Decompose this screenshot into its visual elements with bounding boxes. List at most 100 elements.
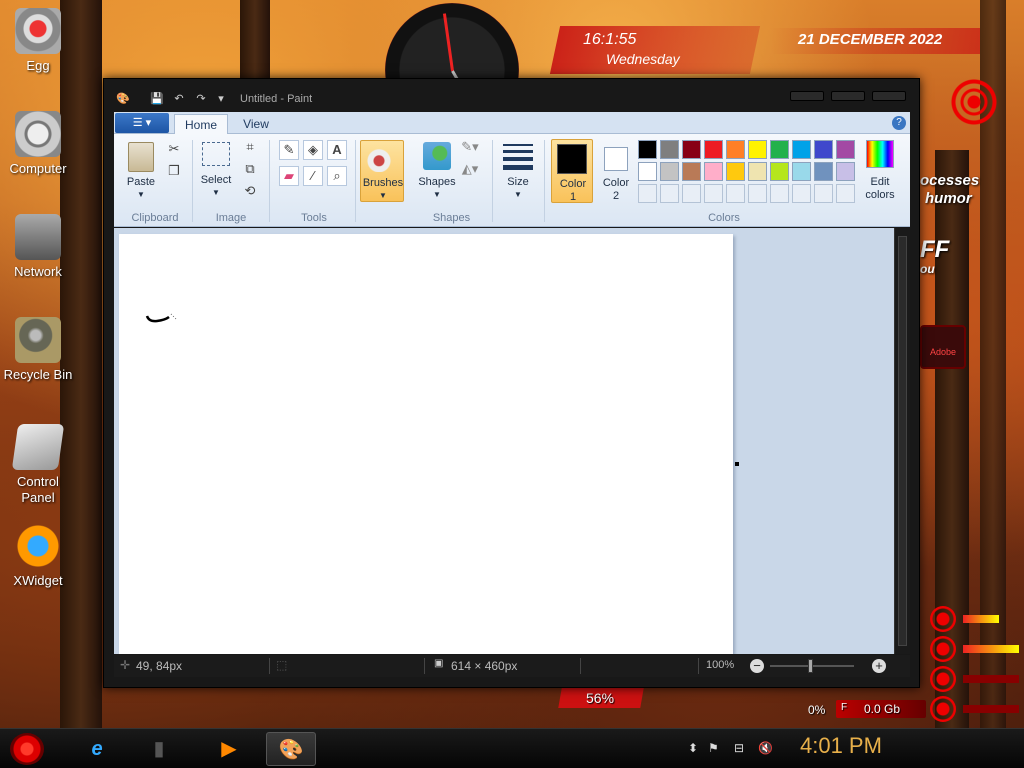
maximize-button[interactable] <box>831 91 865 101</box>
xwidget-icon <box>15 523 61 569</box>
undo-icon[interactable]: ↶ <box>172 93 186 105</box>
color-swatch[interactable] <box>836 162 855 181</box>
cut-icon[interactable]: ✂ <box>164 140 184 160</box>
fill-icon[interactable]: ◈ <box>303 140 323 160</box>
start-button[interactable] <box>10 733 44 765</box>
paint-app-icon[interactable]: 🎨 <box>116 93 130 105</box>
custom-color-swatch[interactable] <box>682 184 701 203</box>
color-swatch[interactable] <box>704 162 723 181</box>
meter-bar <box>963 675 1019 683</box>
color2-button[interactable]: Color 2 <box>596 139 636 203</box>
custom-color-swatch[interactable] <box>726 184 745 203</box>
status-separator <box>269 658 270 674</box>
color-swatch[interactable] <box>682 140 701 159</box>
eraser-icon[interactable]: ▰ <box>279 166 299 186</box>
color-swatch[interactable] <box>814 162 833 181</box>
target-icon <box>930 666 956 692</box>
tab-view[interactable]: View <box>232 114 280 135</box>
desktop-icon-xwidget[interactable]: XWidget <box>0 523 76 588</box>
save-icon[interactable]: 💾 <box>150 93 164 105</box>
computer-icon <box>15 111 61 157</box>
flag-icon[interactable]: ⚑ <box>708 741 719 755</box>
paint-icon[interactable]: 🎨 <box>266 732 316 766</box>
zoom-out-button[interactable]: − <box>750 659 764 673</box>
text-icon[interactable]: A <box>327 140 347 160</box>
color-swatch[interactable] <box>748 140 767 159</box>
help-icon[interactable]: ? <box>892 116 906 130</box>
custom-color-swatch[interactable] <box>792 184 811 203</box>
redo-icon[interactable]: ↷ <box>194 93 208 105</box>
widget-side-text: ou <box>920 262 935 276</box>
vertical-scrollbar[interactable] <box>894 228 910 654</box>
crop-icon[interactable]: ⌗ <box>240 138 260 158</box>
tab-home[interactable]: Home <box>174 114 228 135</box>
drawing-canvas[interactable] <box>119 234 739 654</box>
canvas-size-icon: ▣ <box>434 658 444 669</box>
color-swatch[interactable] <box>704 140 723 159</box>
paint-window[interactable]: 🎨 💾 ↶ ↷ ▾ Untitled - Paint ☰ ▾ Home View… <box>103 78 920 688</box>
file-icon[interactable]: ▮ <box>134 732 184 766</box>
outline-icon[interactable]: ✎▾ <box>460 138 480 158</box>
minimize-button[interactable] <box>790 91 824 101</box>
color-swatch[interactable] <box>638 162 657 181</box>
rotate-icon[interactable]: ⟲ <box>240 182 260 202</box>
custom-color-swatch[interactable] <box>814 184 833 203</box>
custom-color-swatch[interactable] <box>836 184 855 203</box>
percent-value: 56% <box>586 690 615 706</box>
show-hidden-icons[interactable]: ⬍ <box>688 741 698 755</box>
color1-swatch <box>557 144 587 174</box>
close-button[interactable] <box>872 91 906 101</box>
color-swatch[interactable] <box>660 162 679 181</box>
color-swatch[interactable] <box>638 140 657 159</box>
desktop-icon-egg[interactable]: Egg <box>0 8 76 73</box>
resize-icon[interactable]: ⧉ <box>240 160 260 180</box>
volume-muted-icon[interactable]: 🔇 <box>758 741 773 755</box>
network-tray-icon[interactable]: ⊟ <box>734 741 744 755</box>
size-button[interactable]: Size ▼ <box>500 140 536 202</box>
custom-color-swatch[interactable] <box>660 184 679 203</box>
color-swatch[interactable] <box>748 162 767 181</box>
canvas-resize-handle[interactable] <box>735 462 739 466</box>
taskbar-clock[interactable]: 4:01 PM <box>800 733 882 759</box>
color-swatch[interactable] <box>792 140 811 159</box>
fill-shape-icon[interactable]: ◭▾ <box>460 160 480 180</box>
scrollbar-thumb[interactable] <box>898 236 907 646</box>
title-bar[interactable]: 🎨 💾 ↶ ↷ ▾ Untitled - Paint <box>104 79 919 113</box>
color1-button[interactable]: Color 1 <box>551 139 593 203</box>
custom-color-swatch[interactable] <box>770 184 789 203</box>
desktop-icon-network[interactable]: Network <box>0 214 76 279</box>
color-swatch[interactable] <box>814 140 833 159</box>
desktop-icon-computer[interactable]: Computer <box>0 111 76 176</box>
magnifier-icon[interactable]: ⌕ <box>327 166 347 186</box>
color-swatch[interactable] <box>792 162 811 181</box>
pencil-icon[interactable]: ✎ <box>279 140 299 160</box>
group-label-image: Image <box>215 212 247 224</box>
color-swatch[interactable] <box>682 162 701 181</box>
zoom-in-button[interactable]: + <box>872 659 886 673</box>
color-picker-icon[interactable]: ⁄ <box>303 166 323 186</box>
brushes-button[interactable]: Brushes ▼ <box>360 140 404 202</box>
media-player-icon[interactable]: ▶ <box>204 732 254 766</box>
color-swatch[interactable] <box>660 140 679 159</box>
copy-icon[interactable]: ❐ <box>164 162 184 182</box>
color-swatch[interactable] <box>726 140 745 159</box>
zoom-slider-thumb[interactable] <box>808 659 813 673</box>
desktop-icon-recycle-bin[interactable]: Recycle Bin <box>0 317 76 382</box>
custom-color-swatch[interactable] <box>638 184 657 203</box>
desktop-icon-control-panel[interactable]: Control Panel <box>0 424 76 506</box>
paste-button[interactable]: Paste ▼ <box>122 140 160 202</box>
color-swatch[interactable] <box>836 140 855 159</box>
file-menu-button[interactable]: ☰ ▾ <box>115 113 169 133</box>
internet-explorer-icon[interactable]: e <box>72 732 122 766</box>
zoom-level: 100% <box>706 659 735 671</box>
custom-color-swatch[interactable] <box>748 184 767 203</box>
color-swatch[interactable] <box>726 162 745 181</box>
select-button[interactable]: Select ▼ <box>198 140 234 202</box>
custom-color-swatch[interactable] <box>704 184 723 203</box>
shapes-button[interactable]: Shapes ▼ <box>417 140 457 202</box>
color-swatch[interactable] <box>770 140 789 159</box>
color-swatch[interactable] <box>770 162 789 181</box>
widget-side-text: FF <box>920 236 950 263</box>
edit-colors-button[interactable]: Edit colors <box>858 140 902 202</box>
customize-quick-access-icon[interactable]: ▾ <box>214 93 228 105</box>
